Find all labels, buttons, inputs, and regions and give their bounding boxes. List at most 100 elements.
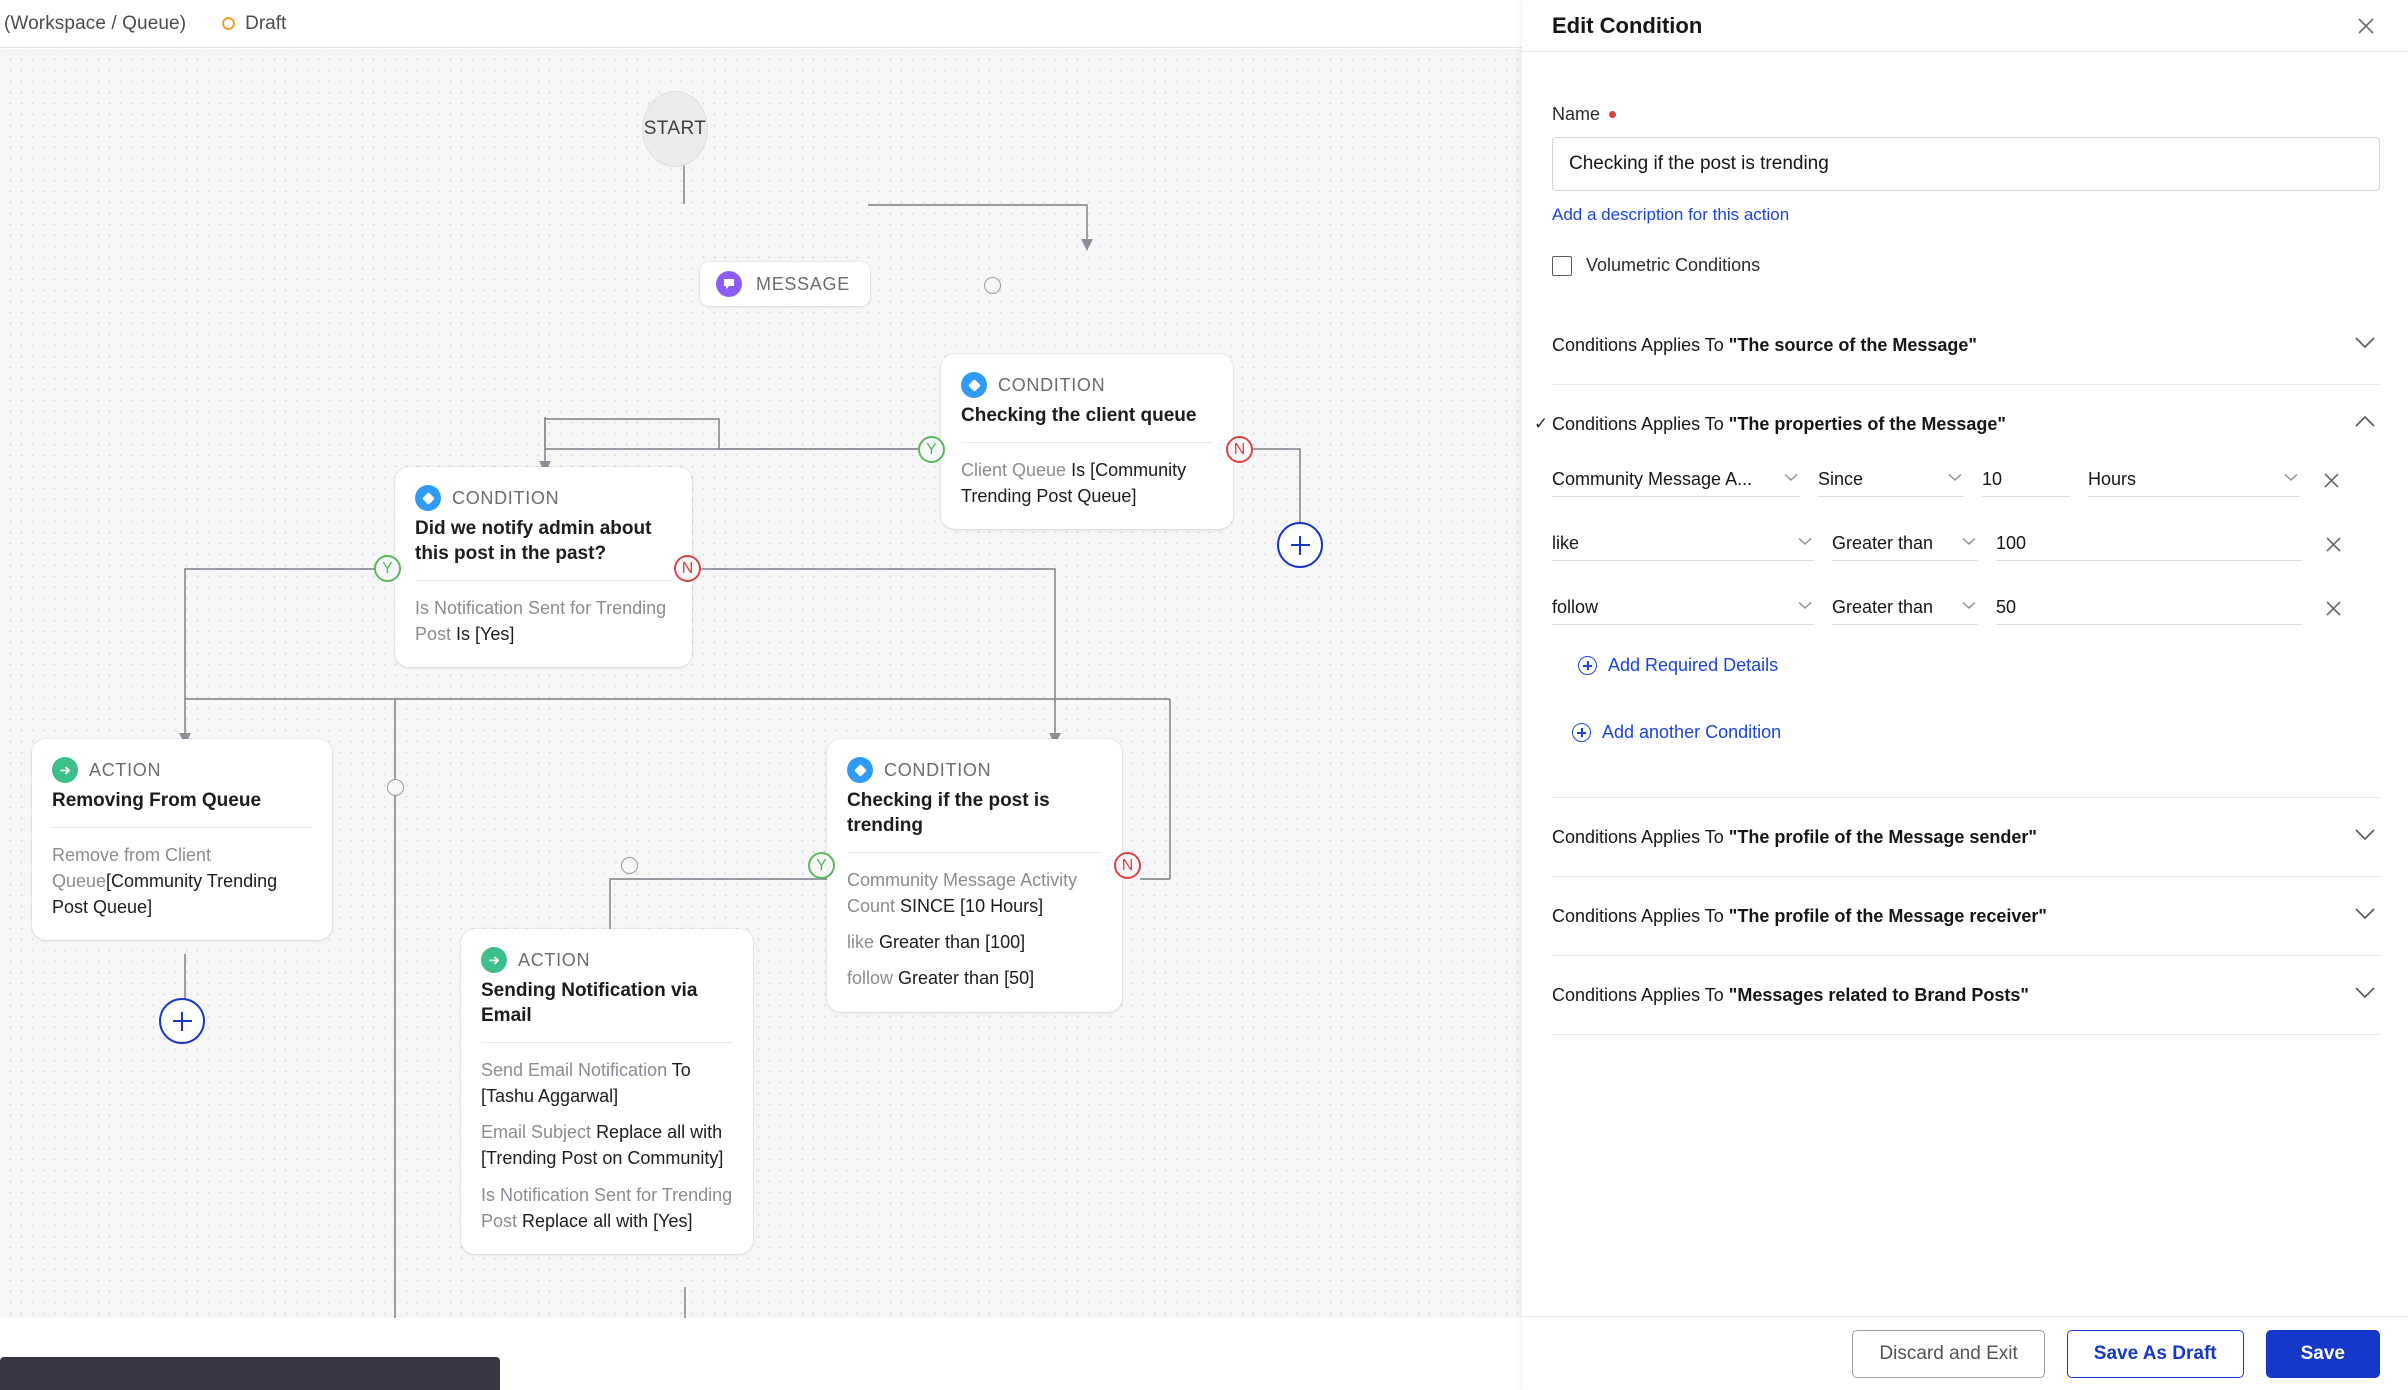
volumetric-label: Volumetric Conditions xyxy=(1586,255,1761,275)
accordion-properties-of-message[interactable]: ✓ Conditions Applies To "The properties … xyxy=(1534,385,2380,463)
edge-midpoint-dot[interactable] xyxy=(621,857,638,874)
divider xyxy=(52,827,312,829)
chevron-down-icon[interactable] xyxy=(2354,828,2376,846)
discard-and-exit-button[interactable]: Discard and Exit xyxy=(1852,1329,2045,1378)
save-as-draft-button[interactable]: Save As Draft xyxy=(2066,1329,2244,1378)
add-required-details-button[interactable]: Add Required Details xyxy=(1578,655,2380,676)
add-description-link[interactable]: Add a description for this action xyxy=(1552,205,1789,225)
node-rule-line: Client Queue Is [Community Trending Post… xyxy=(961,457,1213,509)
node-title: Checking if the post is trending xyxy=(847,790,1050,837)
node-action-removing-from-queue[interactable]: ACTION Removing From Queue Remove from C… xyxy=(32,739,332,941)
node-rule-label: Email Subject xyxy=(481,1122,597,1143)
page-title: Edit Condition xyxy=(1552,12,1703,38)
condition-operator-select[interactable]: Greater than xyxy=(1832,591,1978,625)
branch-no-badge[interactable]: N xyxy=(1226,436,1253,463)
node-condition-post-trending[interactable]: CONDITION Checking if the post is trendi… xyxy=(827,739,1122,1012)
required-indicator-icon xyxy=(1609,111,1617,118)
breadcrumb[interactable]: (Workspace / Queue) xyxy=(4,13,186,35)
node-header: CONDITION xyxy=(961,372,1213,398)
branch-no-badge[interactable]: N xyxy=(674,555,701,582)
accordion-messages-related-to-brand-posts[interactable]: Conditions Applies To "Messages related … xyxy=(1552,956,2380,1034)
node-title: Removing From Queue xyxy=(52,790,262,811)
status-badge: Draft xyxy=(222,13,286,35)
remove-condition-row-icon[interactable] xyxy=(2318,467,2344,493)
message-icon xyxy=(716,271,742,297)
node-header: ACTION xyxy=(52,757,312,783)
condition-value-input[interactable] xyxy=(1996,527,2302,561)
node-rule-label: follow xyxy=(847,968,899,989)
condition-icon xyxy=(415,485,441,511)
accordion-label: Conditions Applies To "The profile of th… xyxy=(1552,827,2037,848)
divider xyxy=(1552,1034,2380,1035)
close-icon[interactable] xyxy=(2352,12,2380,40)
panel-footer: Discard and Exit Save As Draft Save xyxy=(1522,1316,2408,1390)
start-node[interactable]: START xyxy=(642,91,708,167)
bottom-toolbar-strip[interactable] xyxy=(0,1357,500,1390)
add-node-button[interactable] xyxy=(159,998,205,1044)
edge-midpoint-dot[interactable] xyxy=(387,779,404,796)
node-rule-value: Replace all with [Yes] xyxy=(522,1210,693,1231)
condition-operator-select[interactable]: Since xyxy=(1818,463,1964,497)
accordion-label: Conditions Applies To "The profile of th… xyxy=(1552,906,2047,927)
node-rule-value: SINCE [10 Hours] xyxy=(900,896,1044,917)
condition-operator-value: Greater than xyxy=(1832,533,1934,553)
panel-header: Edit Condition xyxy=(1522,0,2408,52)
edge-midpoint-dot[interactable] xyxy=(984,277,1001,294)
accordion-profile-of-message-sender[interactable]: Conditions Applies To "The profile of th… xyxy=(1552,798,2380,876)
name-input[interactable] xyxy=(1552,137,2380,191)
node-rule-line: Remove from Client Queue[Community Trend… xyxy=(52,842,312,920)
draft-status-icon xyxy=(222,17,236,30)
divider xyxy=(481,1042,733,1044)
save-button[interactable]: Save xyxy=(2265,1329,2380,1378)
remove-condition-row-icon[interactable] xyxy=(2320,595,2346,621)
accordion-profile-of-message-receiver[interactable]: Conditions Applies To "The profile of th… xyxy=(1552,877,2380,955)
node-condition-notify-admin[interactable]: CONDITION Did we notify admin about this… xyxy=(395,467,692,668)
node-action-sending-notification[interactable]: ACTION Sending Notification via Email Se… xyxy=(461,929,753,1254)
flow-canvas[interactable]: START MESSAGE CONDITION Checking the cli… xyxy=(0,49,1522,1318)
chevron-down-icon[interactable] xyxy=(2354,336,2376,354)
condition-field-select[interactable]: like xyxy=(1552,527,1814,561)
volumetric-conditions-row[interactable]: Volumetric Conditions xyxy=(1552,255,2380,276)
condition-value-input[interactable] xyxy=(1996,591,2302,625)
branch-yes-badge[interactable]: Y xyxy=(808,852,835,879)
chevron-down-icon xyxy=(1784,466,1798,487)
chevron-down-icon[interactable] xyxy=(2354,986,2376,1004)
condition-row: follow Greater than xyxy=(1552,591,2380,625)
accordion-target: "The profile of the Message receiver" xyxy=(1728,905,2047,926)
branch-no-badge[interactable]: N xyxy=(1114,852,1141,879)
node-rule-value: Greater than [50] xyxy=(898,968,1035,989)
volumetric-checkbox[interactable] xyxy=(1552,255,1572,276)
accordion-prefix: Conditions Applies To xyxy=(1552,334,1729,355)
chevron-down-icon xyxy=(1798,530,1812,551)
add-node-button[interactable] xyxy=(1277,522,1323,568)
node-rule-line: Send Email Notification To [Tashu Aggarw… xyxy=(481,1057,733,1109)
message-node[interactable]: MESSAGE xyxy=(700,262,870,306)
condition-icon xyxy=(961,372,987,398)
condition-unit-select[interactable]: Hours xyxy=(2088,463,2300,497)
remove-condition-row-icon[interactable] xyxy=(2320,531,2346,557)
branch-yes-badge[interactable]: Y xyxy=(918,436,945,463)
divider xyxy=(415,580,672,582)
name-label-text: Name xyxy=(1552,104,1601,124)
condition-value-input[interactable] xyxy=(1982,463,2070,497)
condition-field-value: Community Message A... xyxy=(1552,469,1753,489)
branch-yes-badge[interactable]: Y xyxy=(374,555,401,582)
condition-operator-select[interactable]: Greater than xyxy=(1832,527,1978,561)
condition-field-select[interactable]: follow xyxy=(1552,591,1814,625)
action-arrow-icon xyxy=(481,947,507,973)
add-another-condition-button[interactable]: Add another Condition xyxy=(1572,722,2380,743)
add-another-condition-label: Add another Condition xyxy=(1602,722,1782,742)
accordion-source-of-message[interactable]: Conditions Applies To "The source of the… xyxy=(1552,306,2380,384)
chevron-down-icon[interactable] xyxy=(2354,907,2376,925)
node-condition-client-queue[interactable]: CONDITION Checking the client queue Clie… xyxy=(941,354,1233,530)
node-rule-line: Email Subject Replace all with [Trending… xyxy=(481,1119,733,1171)
add-required-details-label: Add Required Details xyxy=(1608,655,1779,675)
accordion-target: "The profile of the Message sender" xyxy=(1728,826,2037,847)
chevron-up-icon[interactable] xyxy=(2354,415,2376,433)
node-header: CONDITION xyxy=(415,485,672,511)
node-kind-label: CONDITION xyxy=(452,487,560,508)
condition-field-select[interactable]: Community Message A... xyxy=(1552,463,1800,497)
node-rule-line: Community Message Activity Count SINCE [… xyxy=(847,867,1102,919)
plus-circle-icon xyxy=(1578,656,1597,675)
chevron-down-icon xyxy=(1962,530,1976,551)
